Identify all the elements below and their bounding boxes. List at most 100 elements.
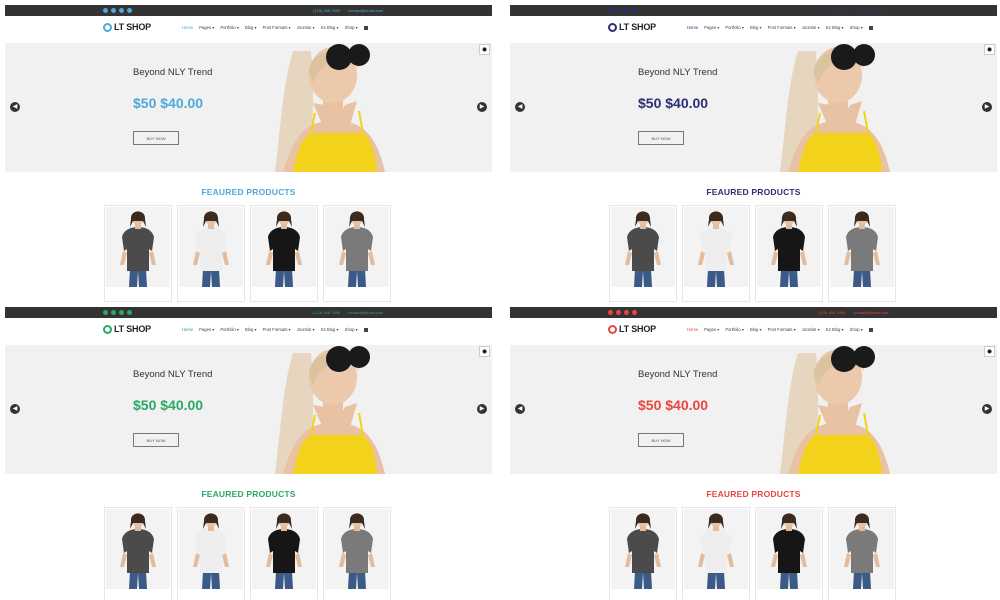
nav-item-blog[interactable]: Blog ▾ bbox=[245, 25, 257, 30]
email-address[interactable]: contact@email.com bbox=[348, 307, 383, 318]
gear-icon[interactable]: ✹ bbox=[984, 44, 995, 55]
slider-next-button[interactable]: ▶ bbox=[477, 102, 487, 112]
twitter-icon[interactable] bbox=[111, 310, 116, 315]
facebook-icon[interactable] bbox=[103, 8, 108, 13]
facebook-icon[interactable] bbox=[608, 8, 613, 13]
nav-item-joomla[interactable]: Joomla! ▾ bbox=[802, 327, 820, 332]
product-image[interactable] bbox=[325, 509, 389, 589]
product-image[interactable] bbox=[252, 207, 316, 287]
slider-next-button[interactable]: ▶ bbox=[982, 404, 992, 414]
product-image[interactable] bbox=[684, 509, 748, 589]
nav-item-portfolio[interactable]: Portfolio ▾ bbox=[220, 25, 239, 30]
nav-item-pages[interactable]: Pages ▾ bbox=[199, 25, 214, 30]
menu-grid-icon[interactable] bbox=[363, 25, 368, 30]
menu-grid-icon[interactable] bbox=[868, 327, 873, 332]
nav-item-portfolio[interactable]: Portfolio ▾ bbox=[220, 327, 239, 332]
nav-item-blog[interactable]: Blog ▾ bbox=[750, 25, 762, 30]
pinterest-icon[interactable] bbox=[624, 8, 629, 13]
pinterest-icon[interactable] bbox=[119, 310, 124, 315]
linkedin-icon[interactable] bbox=[127, 310, 132, 315]
nav-item-k2-blog[interactable]: K2 Blog ▾ bbox=[826, 25, 844, 30]
email-address[interactable]: contact@email.com bbox=[853, 5, 888, 16]
logo[interactable]: LT SHOP bbox=[103, 324, 151, 334]
nav-item-home[interactable]: Home bbox=[182, 327, 193, 332]
buy-now-button[interactable]: BUY NOW bbox=[133, 433, 179, 447]
linkedin-icon[interactable] bbox=[127, 8, 132, 13]
product-image[interactable] bbox=[611, 207, 675, 287]
product-card[interactable] bbox=[177, 205, 245, 302]
nav-item-joomla[interactable]: Joomla! ▾ bbox=[297, 25, 315, 30]
slider-prev-button[interactable]: ◀ bbox=[515, 102, 525, 112]
nav-item-joomla[interactable]: Joomla! ▾ bbox=[802, 25, 820, 30]
product-image[interactable] bbox=[106, 509, 170, 589]
product-card[interactable] bbox=[682, 507, 750, 600]
product-image[interactable] bbox=[830, 207, 894, 287]
logo[interactable]: LT SHOP bbox=[103, 22, 151, 32]
slider-next-button[interactable]: ▶ bbox=[477, 404, 487, 414]
linkedin-icon[interactable] bbox=[632, 310, 637, 315]
product-card[interactable] bbox=[104, 507, 172, 600]
nav-item-pages[interactable]: Pages ▾ bbox=[704, 327, 719, 332]
nav-item-blog[interactable]: Blog ▾ bbox=[750, 327, 762, 332]
product-card[interactable] bbox=[755, 205, 823, 302]
product-card[interactable] bbox=[828, 205, 896, 302]
product-image[interactable] bbox=[106, 207, 170, 287]
twitter-icon[interactable] bbox=[616, 310, 621, 315]
slider-prev-button[interactable]: ◀ bbox=[10, 102, 20, 112]
nav-item-blog[interactable]: Blog ▾ bbox=[245, 327, 257, 332]
gear-icon[interactable]: ✹ bbox=[984, 346, 995, 357]
product-card[interactable] bbox=[104, 205, 172, 302]
logo[interactable]: LT SHOP bbox=[608, 324, 656, 334]
slider-next-button[interactable]: ▶ bbox=[982, 102, 992, 112]
nav-item-joomla[interactable]: Joomla! ▾ bbox=[297, 327, 315, 332]
nav-item-post-formats[interactable]: Post Formats ▾ bbox=[263, 327, 291, 332]
email-address[interactable]: contact@email.com bbox=[348, 5, 383, 16]
twitter-icon[interactable] bbox=[616, 8, 621, 13]
product-image[interactable] bbox=[252, 509, 316, 589]
twitter-icon[interactable] bbox=[111, 8, 116, 13]
facebook-icon[interactable] bbox=[608, 310, 613, 315]
gear-icon[interactable]: ✹ bbox=[479, 44, 490, 55]
buy-now-button[interactable]: BUY NOW bbox=[638, 131, 684, 145]
facebook-icon[interactable] bbox=[103, 310, 108, 315]
buy-now-button[interactable]: BUY NOW bbox=[638, 433, 684, 447]
menu-grid-icon[interactable] bbox=[363, 327, 368, 332]
slider-prev-button[interactable]: ◀ bbox=[515, 404, 525, 414]
product-image[interactable] bbox=[684, 207, 748, 287]
product-card[interactable] bbox=[828, 507, 896, 600]
buy-now-button[interactable]: BUY NOW bbox=[133, 131, 179, 145]
product-card[interactable] bbox=[250, 205, 318, 302]
product-card[interactable] bbox=[323, 205, 391, 302]
nav-item-post-formats[interactable]: Post Formats ▾ bbox=[263, 25, 291, 30]
nav-item-home[interactable]: Home bbox=[182, 25, 193, 30]
product-card[interactable] bbox=[755, 507, 823, 600]
nav-item-post-formats[interactable]: Post Formats ▾ bbox=[768, 25, 796, 30]
nav-item-shop[interactable]: Shop ▾ bbox=[345, 25, 358, 30]
product-image[interactable] bbox=[179, 509, 243, 589]
nav-item-portfolio[interactable]: Portfolio ▾ bbox=[725, 327, 744, 332]
product-card[interactable] bbox=[682, 205, 750, 302]
product-image[interactable] bbox=[325, 207, 389, 287]
nav-item-shop[interactable]: Shop ▾ bbox=[850, 25, 863, 30]
email-address[interactable]: contact@email.com bbox=[853, 307, 888, 318]
nav-item-home[interactable]: Home bbox=[687, 25, 698, 30]
logo[interactable]: LT SHOP bbox=[608, 22, 656, 32]
product-image[interactable] bbox=[757, 207, 821, 287]
product-card[interactable] bbox=[609, 205, 677, 302]
product-image[interactable] bbox=[611, 509, 675, 589]
product-image[interactable] bbox=[757, 509, 821, 589]
gear-icon[interactable]: ✹ bbox=[479, 346, 490, 357]
nav-item-k2-blog[interactable]: K2 Blog ▾ bbox=[826, 327, 844, 332]
product-image[interactable] bbox=[179, 207, 243, 287]
pinterest-icon[interactable] bbox=[119, 8, 124, 13]
nav-item-shop[interactable]: Shop ▾ bbox=[850, 327, 863, 332]
product-card[interactable] bbox=[250, 507, 318, 600]
nav-item-post-formats[interactable]: Post Formats ▾ bbox=[768, 327, 796, 332]
product-card[interactable] bbox=[609, 507, 677, 600]
nav-item-pages[interactable]: Pages ▾ bbox=[704, 25, 719, 30]
pinterest-icon[interactable] bbox=[624, 310, 629, 315]
product-card[interactable] bbox=[177, 507, 245, 600]
nav-item-shop[interactable]: Shop ▾ bbox=[345, 327, 358, 332]
nav-item-k2-blog[interactable]: K2 Blog ▾ bbox=[321, 327, 339, 332]
linkedin-icon[interactable] bbox=[632, 8, 637, 13]
